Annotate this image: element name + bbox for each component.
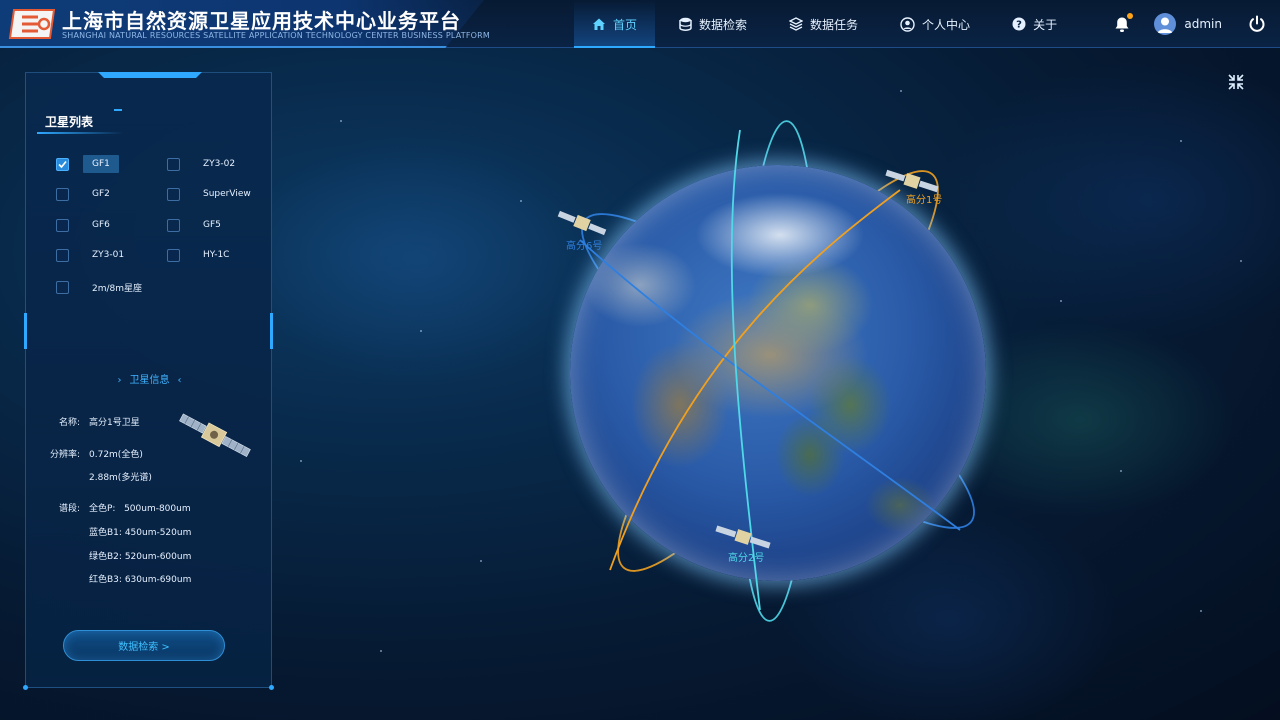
nav-home-label: 首页 (613, 17, 638, 32)
logo-icon (8, 9, 56, 39)
top-header: 上海市自然资源卫星应用技术中心业务平台 SHANGHAI NATURAL RES… (0, 0, 1280, 48)
list-item-hy-1c[interactable]: HY-1C (167, 246, 238, 264)
help-icon: ? (1012, 17, 1026, 31)
info-resolution-pan: 0.72m(全色) (89, 450, 143, 460)
data-search-button[interactable]: 数据检索 > (63, 630, 225, 661)
satellite-info-header: › 卫星信息 ‹ (26, 371, 273, 386)
checkbox[interactable] (167, 157, 180, 171)
panel-edge-marker-left (24, 313, 27, 349)
band-name: 红色B3: (89, 575, 122, 585)
satellite-label: GF2 (92, 189, 110, 199)
svg-text:?: ? (1016, 20, 1022, 31)
notification-bell[interactable] (1114, 12, 1134, 33)
satellite-label: HY-1C (203, 250, 230, 260)
chevron-right-icon: › (117, 375, 122, 386)
info-resolution-key: 分辨率: (49, 450, 80, 460)
list-item-gf1[interactable]: GF1 (56, 155, 119, 173)
list-item-zy3-02[interactable]: ZY3-02 (167, 155, 244, 173)
band-range: 630um-690um (124, 575, 192, 585)
nav-data-search[interactable]: 数据检索 (661, 0, 765, 48)
database-icon (679, 17, 692, 31)
nav-about[interactable]: ? 关于 (994, 0, 1075, 48)
corner-dot (269, 685, 274, 690)
avatar[interactable] (1154, 13, 1177, 35)
app-title: 上海市自然资源卫星应用技术中心业务平台 (62, 9, 461, 33)
notification-dot (1127, 12, 1134, 19)
satellite-icon (557, 210, 607, 236)
nav-data-task-label: 数据任务 (810, 17, 859, 32)
satellite-panel: 卫星列表 GF1 ZY3-02 GF2 SuperView GF6 GF5 ZY… (23, 72, 274, 690)
username[interactable]: admin (1184, 17, 1222, 31)
checkbox[interactable] (167, 218, 180, 232)
list-item-gf2[interactable]: GF2 (56, 185, 119, 203)
section-title-underline (37, 132, 123, 134)
info-band-key: 谱段: (58, 504, 80, 514)
band-name: 蓝色B1: (89, 528, 122, 538)
checkbox[interactable] (56, 281, 69, 294)
home-icon (592, 17, 606, 31)
user-icon (900, 16, 915, 32)
checkbox[interactable] (56, 187, 69, 201)
satellite-image (179, 413, 251, 458)
info-name-key: 名称: (58, 418, 80, 428)
satellite-marker-gf2[interactable]: 高分2号 (714, 524, 772, 564)
satellite-marker-gf1[interactable]: 高分1号 (884, 168, 942, 206)
chevron-left-icon: ‹ (177, 375, 182, 386)
satellite-label: GF1 (83, 155, 119, 173)
satellite-label: GF5 (203, 220, 221, 230)
band-row: 全色P: 500um-800um (89, 501, 191, 514)
panel-top-decoration (98, 72, 202, 78)
nav-data-search-label: 数据检索 (699, 17, 748, 32)
main-nav: 首页 数据检索 数据任务 个人中心 ? 关于 (574, 0, 1081, 48)
checkbox[interactable] (56, 248, 69, 262)
band-range: 520um-600um (124, 552, 192, 562)
satellite-marker-label: 高分1号 (906, 195, 943, 206)
band-row: 红色B3: 630um-690um (89, 572, 191, 585)
avatar-person-icon (1157, 17, 1173, 33)
exit-fullscreen-icon[interactable] (1226, 72, 1246, 92)
satellite-label: ZY3-01 (92, 250, 125, 260)
nav-data-task[interactable]: 数据任务 (771, 0, 876, 48)
panel-edge-marker-right (270, 313, 273, 349)
orbit-front (579, 129, 961, 611)
satellite-marker-label: 高分6号 (566, 241, 603, 252)
nav-home[interactable]: 首页 (574, 0, 656, 48)
list-item-superview[interactable]: SuperView (167, 185, 260, 203)
corner-dot (23, 685, 28, 690)
satellite-icon (715, 525, 771, 549)
app-subtitle: SHANGHAI NATURAL RESOURCES SATELLITE APP… (62, 31, 490, 40)
satellite-marker-label: 高分2号 (728, 553, 765, 564)
band-row: 蓝色B1: 450um-520um (89, 525, 191, 538)
satellite-label: SuperView (203, 189, 251, 199)
band-row: 绿色B2: 520um-600um (89, 549, 191, 562)
section-title-tick (114, 109, 122, 111)
satellite-label: ZY3-02 (203, 159, 236, 169)
band-range: 450um-520um (124, 528, 192, 538)
satellite-marker-gf6[interactable]: 高分6号 (556, 210, 608, 252)
info-name-value: 高分1号卫星 (89, 418, 140, 428)
nav-about-label: 关于 (1033, 17, 1058, 32)
earth-globe-view[interactable]: 高分6号 高分1号 高分2号 (540, 110, 1020, 630)
check-icon (58, 160, 67, 168)
band-name: 全色P: (89, 504, 116, 514)
satellite-info-title: 卫星信息 (129, 375, 170, 386)
power-icon (1249, 15, 1265, 32)
nav-personal-center-label: 个人中心 (922, 17, 971, 32)
satellite-label: 2m/8m星座 (92, 284, 143, 294)
list-item-gf5[interactable]: GF5 (167, 216, 230, 234)
nav-personal-center[interactable]: 个人中心 (882, 0, 988, 48)
checkbox[interactable] (167, 248, 180, 262)
list-item-2m8m-constellation[interactable]: 2m/8m星座 (56, 277, 151, 298)
info-resolution-ms: 2.88m(多光谱) (89, 473, 152, 483)
band-range: 500um-800um (124, 504, 191, 514)
logout-button[interactable] (1248, 15, 1266, 33)
list-item-gf6[interactable]: GF6 (56, 216, 119, 234)
layers-icon (789, 17, 804, 31)
band-name: 绿色B2: (89, 552, 122, 562)
checkbox[interactable] (56, 157, 69, 171)
checkbox[interactable] (167, 187, 180, 201)
checkbox[interactable] (56, 218, 69, 232)
list-item-zy3-01[interactable]: ZY3-01 (56, 246, 133, 264)
satellite-label: GF6 (92, 220, 110, 230)
